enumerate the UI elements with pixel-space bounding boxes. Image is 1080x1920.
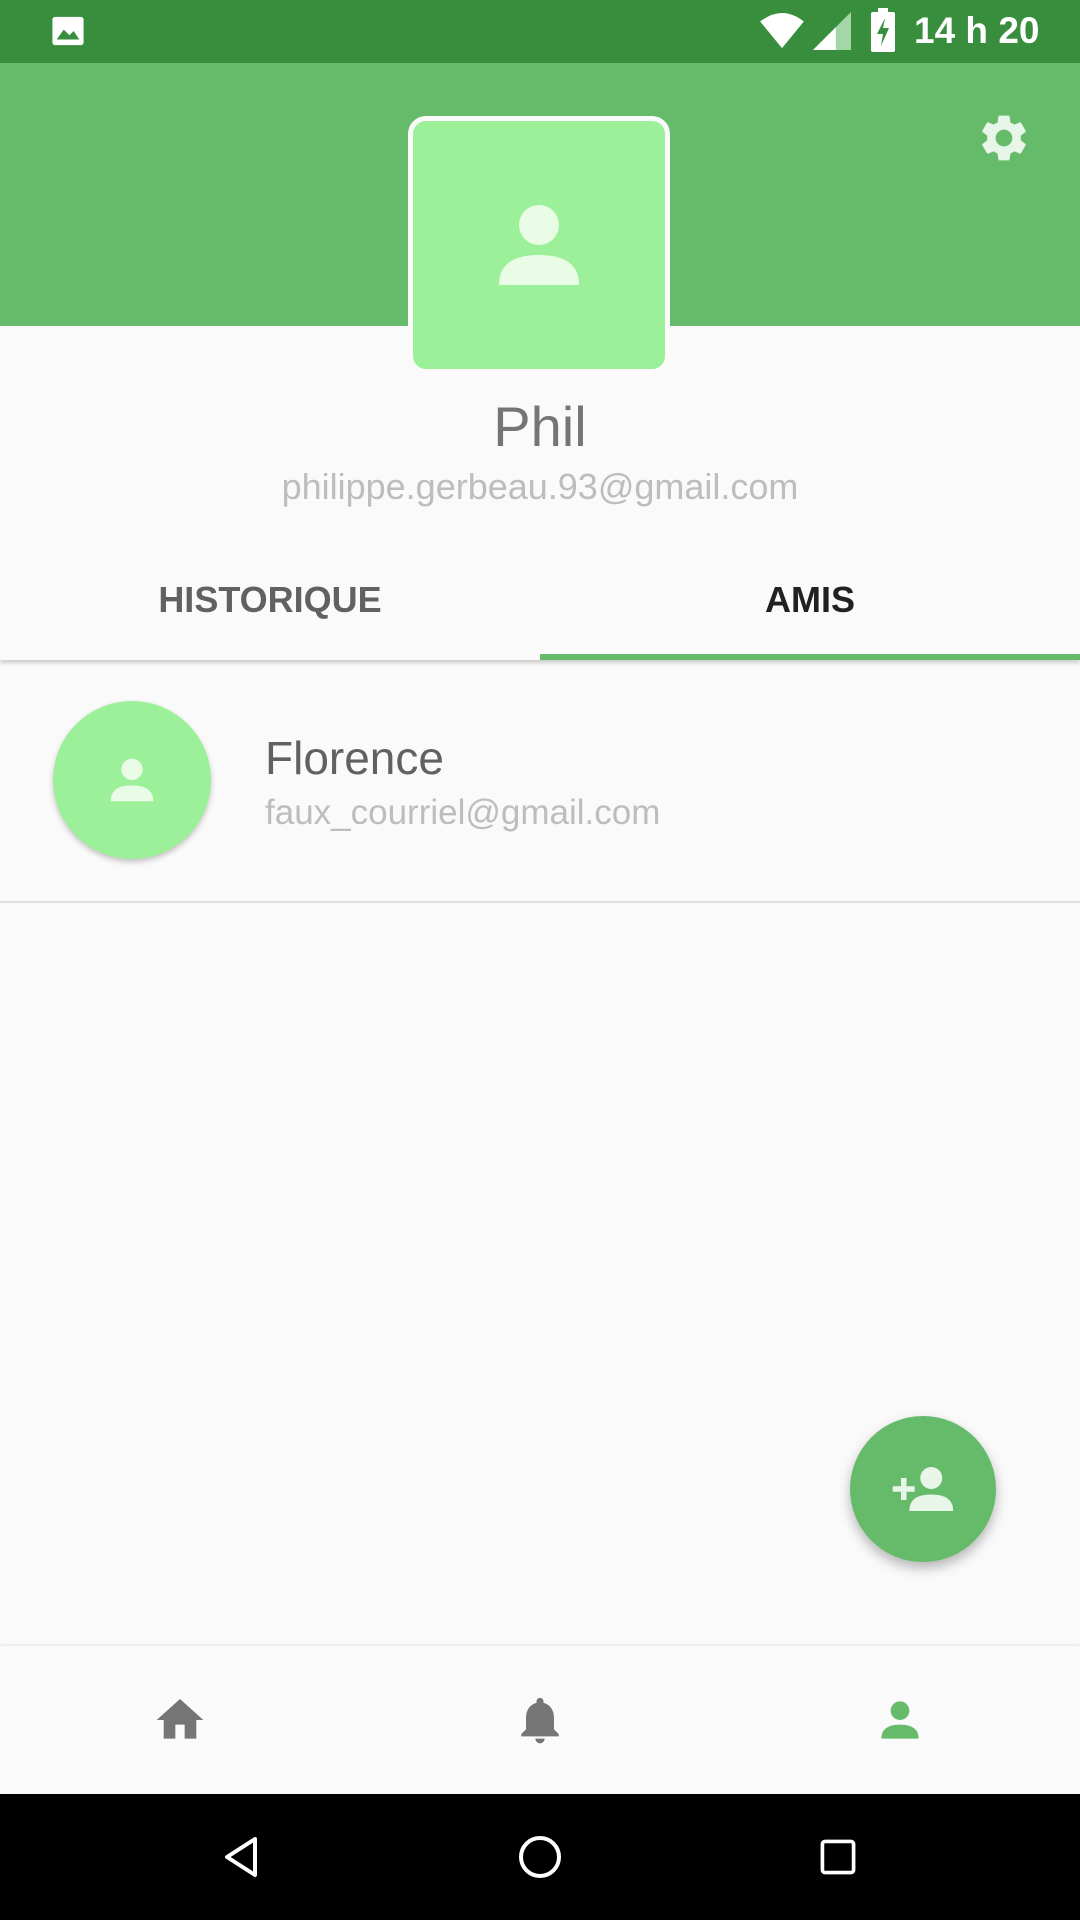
person-icon	[881, 1701, 919, 1739]
home-icon	[156, 1699, 204, 1739]
friend-email: faux_courriel@gmail.com	[265, 793, 661, 832]
system-recents-button[interactable]	[803, 1822, 873, 1892]
profile-name: Phil	[493, 395, 587, 458]
wifi-icon	[760, 12, 804, 49]
bottom-navigation	[0, 1646, 1080, 1794]
home-circle-icon	[519, 1836, 561, 1878]
settings-button[interactable]	[970, 104, 1038, 172]
system-navigation-bar	[0, 1794, 1080, 1920]
signal-icon	[813, 12, 851, 50]
battery-charging-icon	[871, 8, 895, 52]
list-item[interactable]: Florence faux_courriel@gmail.com	[0, 663, 1080, 903]
person-icon	[110, 758, 154, 802]
add-friend-button[interactable]	[850, 1416, 996, 1562]
recents-icon	[820, 1839, 856, 1875]
gallery-icon	[52, 16, 84, 46]
bell-icon	[521, 1697, 559, 1744]
tab-bar: HISTORIQUE AMIS	[0, 540, 1080, 660]
nav-profile[interactable]	[720, 1646, 1080, 1794]
system-back-button[interactable]	[206, 1822, 276, 1892]
tab-indicator	[540, 654, 1080, 660]
friend-name: Florence	[265, 732, 444, 784]
status-time: 14 h 20	[914, 10, 1040, 51]
person-icon	[499, 205, 579, 285]
add-person-icon	[892, 1467, 954, 1511]
back-icon	[225, 1837, 257, 1877]
profile-avatar[interactable]	[408, 116, 670, 374]
tab-historique[interactable]: HISTORIQUE	[0, 540, 540, 660]
status-bar: 14 h 20	[0, 0, 1080, 63]
profile-email: philippe.gerbeau.93@gmail.com	[281, 466, 799, 507]
avatar	[53, 701, 211, 859]
nav-notifications[interactable]	[360, 1646, 720, 1794]
tab-amis[interactable]: AMIS	[540, 540, 1080, 660]
nav-home[interactable]	[0, 1646, 360, 1794]
gear-icon	[982, 115, 1026, 161]
system-home-button[interactable]	[505, 1822, 575, 1892]
